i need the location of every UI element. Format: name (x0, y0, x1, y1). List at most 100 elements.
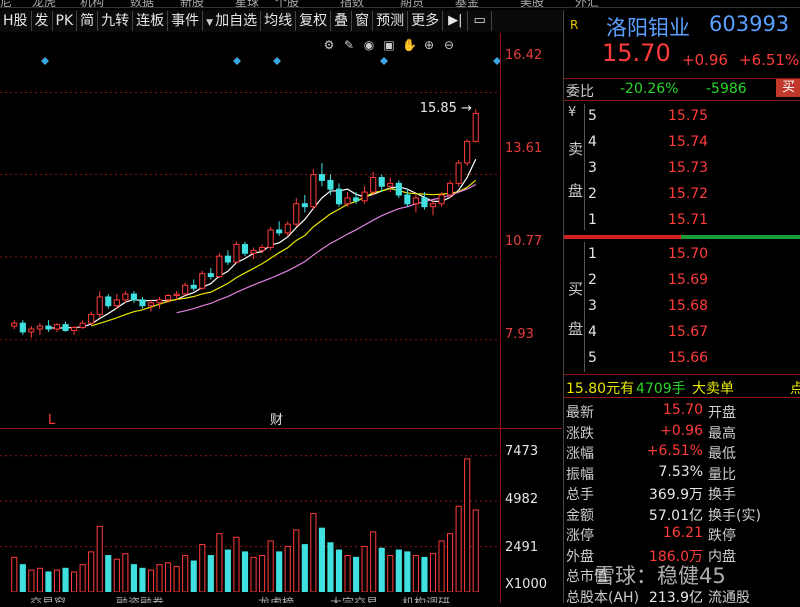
volume-bar (267, 540, 274, 593)
ask-row[interactable]: 1 15.71 (564, 210, 800, 230)
toolbar-item[interactable]: 叠 (331, 11, 353, 31)
toolbar-item[interactable]: 发 (32, 11, 53, 31)
candle-body (96, 296, 103, 315)
volume-bar (310, 513, 317, 593)
top-menu-item[interactable]: 外汇 (575, 0, 599, 7)
top-menu-item[interactable]: 机构 (80, 0, 104, 7)
candle-body (404, 194, 411, 205)
quote-panel: R 洛阳钼业 603993 15.70 +0.96 +6.51% 委比 -20.… (563, 10, 800, 606)
stat-row: 金额 57.01亿 换手(实) (564, 503, 800, 524)
volume-bar (182, 555, 189, 593)
stat-label: 振幅 (566, 466, 594, 483)
stat-label-2: 换手(实) (708, 507, 761, 524)
toolbar-item[interactable]: 复权 (296, 11, 332, 31)
hand-icon[interactable]: ✋ (402, 38, 417, 52)
divider (564, 100, 800, 101)
stat-value: 57.01亿 (648, 507, 703, 524)
candle-body (182, 284, 189, 295)
top-menu-item[interactable]: 龙虎 (32, 0, 56, 7)
stat-row: 总手 369.9万 换手 (564, 482, 800, 503)
toolbar-item[interactable]: 九转 (98, 11, 134, 31)
toolbar-item[interactable]: 加自选 (203, 11, 262, 31)
window-icon[interactable]: ▭ (468, 11, 492, 31)
toolbar-item[interactable]: 窗 (352, 11, 374, 31)
top-menu-item[interactable]: 数据 (130, 0, 154, 7)
toolbar-item[interactable]: PK (53, 11, 78, 31)
zoom-in-icon[interactable]: ⊕ (422, 38, 436, 52)
volume-bar (395, 549, 402, 593)
bottom-tab[interactable]: 大宗交易 (330, 594, 378, 603)
toolbar-item[interactable]: 事件 (168, 11, 204, 31)
volume-bar (241, 551, 249, 593)
event-marker (233, 57, 241, 65)
bottom-tab[interactable]: 融资融券 (116, 594, 164, 603)
bid-bar (681, 235, 800, 239)
big-order-notice[interactable]: 15.80元有 4709手 大卖单 点 (564, 376, 800, 397)
volume-bar (190, 560, 197, 593)
level-price: 15.74 (668, 134, 709, 150)
kline-chart-area[interactable]: 15.85 → L 财 (0, 33, 501, 428)
toolbar-item[interactable]: 简 (77, 11, 99, 31)
top-menu-item[interactable]: 星球 (235, 0, 259, 7)
volume-bar (105, 555, 112, 593)
buy-button[interactable]: 买 (776, 79, 800, 97)
eye-icon[interactable]: ◉ (362, 38, 376, 52)
toolbar-item[interactable]: 连板 (133, 11, 169, 31)
toolbar-item[interactable]: 预测 (373, 11, 409, 31)
candle-body (421, 197, 428, 208)
ask-row[interactable]: 5 15.75 (564, 106, 800, 126)
candle-body (353, 197, 360, 202)
stat-row: 涨停 16.21 跌停 (564, 523, 800, 544)
top-menu-item[interactable]: 指数 (340, 0, 364, 7)
pen-icon[interactable]: ✎ (342, 38, 356, 52)
volume-bar (224, 549, 231, 593)
toolbar-item[interactable]: 更多 (408, 11, 444, 31)
bid-row[interactable]: 5 15.66 (564, 348, 800, 368)
top-menu-item[interactable]: 尼 (0, 0, 12, 7)
stat-label-2: 跌停 (708, 528, 736, 544)
volume-bar (45, 571, 52, 593)
candle-body (412, 197, 419, 205)
volume-bar (96, 525, 103, 593)
top-menu-item[interactable]: 个股 (275, 0, 299, 7)
bid-row[interactable]: 1 15.70 (564, 244, 800, 264)
volume-bar (233, 536, 240, 593)
candle-body (284, 223, 291, 234)
candle-body (199, 273, 206, 289)
stat-label: 涨幅 (566, 446, 594, 462)
stat-label: 涨跌 (566, 425, 594, 442)
bottom-tab[interactable]: 机构调研 (402, 594, 450, 603)
volume-bar (378, 547, 385, 593)
candle-body (88, 313, 95, 324)
candle-body (139, 299, 146, 307)
level-number: 1 (588, 212, 597, 228)
stat-label: 总手 (566, 487, 594, 503)
toolbar-item[interactable]: 均线 (261, 11, 297, 31)
bottom-tab[interactable]: 龙虎榜 (258, 594, 294, 603)
top-menu-item[interactable]: 新股 (180, 0, 204, 7)
volume-bar (113, 558, 120, 593)
stat-row: 最新 15.70 开盘 (564, 400, 800, 421)
notice-type: 大卖单 (692, 381, 734, 397)
ask-row[interactable]: 4 15.74 (564, 132, 800, 152)
bottom-tab[interactable]: 交易窗 (30, 594, 66, 603)
zoom-out-icon[interactable]: ⊖ (442, 38, 456, 52)
volume-bar (455, 505, 462, 593)
toolbar-item[interactable]: H股 (0, 11, 32, 31)
bid-row[interactable]: 2 15.69 (564, 270, 800, 290)
event-marker (380, 57, 388, 65)
candle-body (147, 302, 155, 307)
nav-icon[interactable]: ▶| (443, 11, 469, 31)
top-menu-item[interactable]: 期货 (400, 0, 424, 7)
volume-tick: 7473 (505, 444, 539, 459)
bid-row[interactable]: 3 15.68 (564, 296, 800, 316)
top-menu-item[interactable]: 基金 (455, 0, 479, 7)
ask-row[interactable]: 3 15.73 (564, 158, 800, 178)
candle-body (11, 322, 18, 327)
top-menu-item[interactable]: 美股 (520, 0, 544, 7)
box-icon[interactable]: ▣ (382, 38, 396, 52)
gear-icon[interactable]: ⚙ (322, 38, 336, 52)
ask-row[interactable]: 2 15.72 (564, 184, 800, 204)
bid-row[interactable]: 4 15.67 (564, 322, 800, 342)
level-price: 15.71 (668, 212, 709, 228)
